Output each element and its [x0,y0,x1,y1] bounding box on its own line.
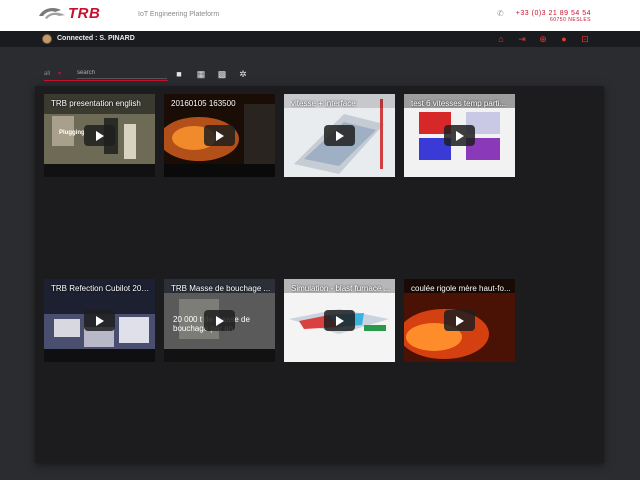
avatar [42,34,52,44]
list-view-icon[interactable]: ■ [174,69,184,79]
lock-icon[interactable]: ⊡ [580,34,590,44]
settings-icon[interactable]: ✲ [238,69,248,79]
user-bar: Connected : S. PINARD ⌂ ⇥ ⊕ ● ⊡ [0,31,640,47]
play-button[interactable] [204,125,235,146]
play-button[interactable] [204,310,235,331]
video-card[interactable]: test 6 vitesses temp parti... [404,94,515,177]
video-card[interactable]: TRB Masse de bouchage ... 20 000 t de ma… [164,279,275,362]
chevron-down-icon[interactable]: ▾ [58,70,61,77]
contact-info: +33 (0)3 21 89 54 54 60750 NESLES [516,10,591,24]
play-button[interactable] [84,125,115,146]
play-button[interactable] [444,310,475,331]
grid-3-icon[interactable]: ▩ [217,69,227,79]
video-title: TRB Masse de bouchage ... [171,284,271,293]
video-title: TRB presentation english [51,99,141,108]
search-input[interactable] [77,67,167,79]
video-card[interactable]: coulée rigole mère haut-fo... [404,279,515,362]
video-card[interactable]: 20160105 163500 [164,94,275,177]
logo-text: TRB [68,5,101,22]
filter-select[interactable]: all [44,71,50,77]
video-card[interactable]: TRB presentation english Plugging [44,94,155,177]
video-card[interactable]: Simulation - blast furnace ... [284,279,395,362]
globe-icon[interactable]: ⊕ [538,34,548,44]
home-icon[interactable]: ⌂ [496,34,506,44]
contact-phone: +33 (0)3 21 89 54 54 [515,10,591,17]
video-card[interactable]: vitesse + interface [284,94,395,177]
logout-icon[interactable]: ⇥ [517,34,527,44]
video-title: 20160105 163500 [171,99,236,108]
top-actions: ⌂ ⇥ ⊕ ● ⊡ [496,34,590,44]
video-title: test 6 vitesses temp parti... [411,99,507,108]
play-button[interactable] [444,125,475,146]
app-tagline: IoT Engineering Plateform [138,11,220,18]
video-title: TRB Refection Cubilot 2017 - [51,284,151,293]
play-button[interactable] [324,125,355,146]
play-button[interactable] [324,310,355,331]
search-underline [44,80,168,81]
contact-city: 60750 NESLES [549,17,591,23]
video-overlay-text: Plugging [59,130,85,136]
video-title: vitesse + interface [291,99,356,108]
video-title: coulée rigole mère haut-fo... [411,284,511,293]
app-header: TRB IoT Engineering Plateform ✆ +33 (0)3… [0,0,640,31]
play-button[interactable] [84,310,115,331]
video-gallery: TRB presentation english Plugging 201601… [35,86,604,463]
phone-icon: ✆ [497,9,504,18]
video-title: Simulation - blast furnace ... [291,284,391,293]
connected-user: Connected : S. PINARD [57,35,135,42]
video-card[interactable]: TRB Refection Cubilot 2017 - [44,279,155,362]
grid-2-icon[interactable]: ▦ [196,69,206,79]
help-icon[interactable]: ● [559,34,569,44]
